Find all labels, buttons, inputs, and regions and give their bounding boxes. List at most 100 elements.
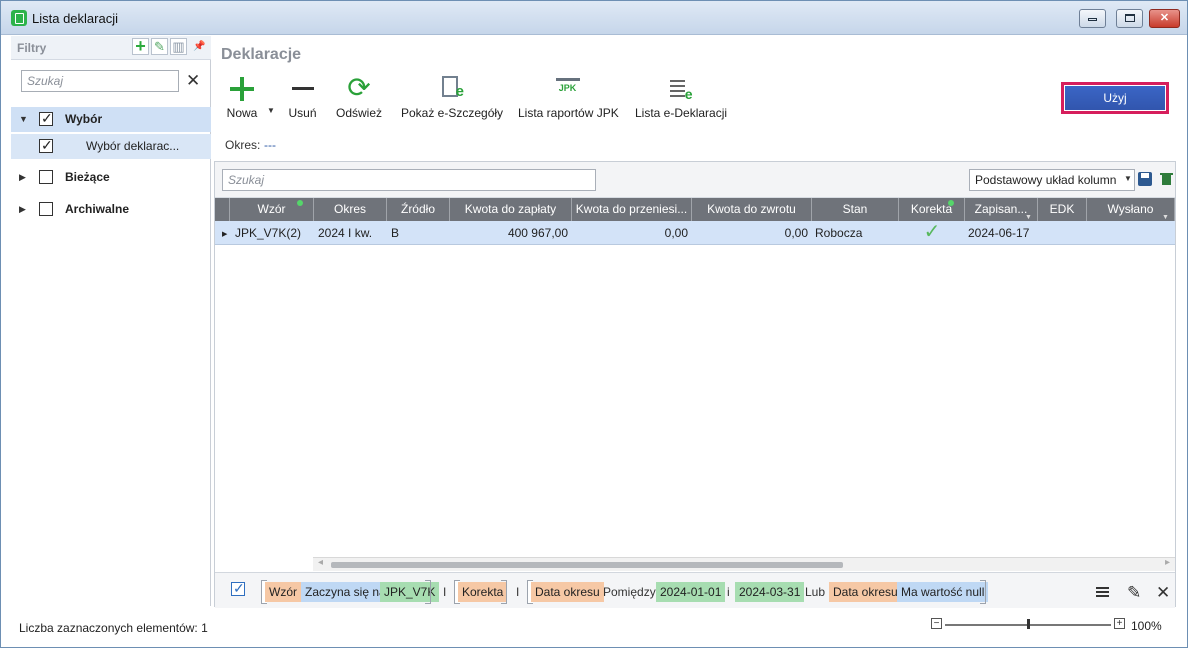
expand-caret-icon[interactable]: ▶ xyxy=(19,204,26,215)
cell-kwota-do-przeniesienia: 0,00 xyxy=(664,226,688,240)
tree-subitem-label: Wybór deklarac... xyxy=(86,139,180,153)
close-button[interactable]: ✕ xyxy=(1149,9,1180,28)
column-header-korekta[interactable]: Korekta xyxy=(899,198,965,221)
delete-button[interactable]: Usuń xyxy=(287,74,318,124)
scroll-thumb[interactable] xyxy=(331,562,843,568)
filter-operator-text: i xyxy=(727,585,730,599)
new-button[interactable]: Nowa ▼ xyxy=(221,74,275,124)
delete-label: Usuń xyxy=(288,106,317,120)
edit-filter-button[interactable]: ✎ xyxy=(151,38,168,55)
delete-filter-button[interactable]: ▥ xyxy=(170,38,187,55)
edit-filter-icon[interactable]: ✎ xyxy=(1127,583,1141,603)
archiwalne-checkbox[interactable] xyxy=(39,202,53,216)
filter-field-chip[interactable]: Korekta xyxy=(458,582,508,602)
pin-icon[interactable]: 📌 xyxy=(193,41,205,52)
column-layout-select[interactable]: Podstawowy układ kolumn xyxy=(969,169,1135,191)
filter-field-chip[interactable]: Wzór xyxy=(265,582,301,602)
filter-group-bracket xyxy=(980,580,986,604)
refresh-button[interactable]: ⟳ Odśwież xyxy=(335,74,383,124)
column-header-kwota-do-przeniesienia[interactable]: Kwota do przeniesi... xyxy=(572,198,692,221)
title-bar: Lista deklaracji ✕ xyxy=(1,1,1187,35)
new-dropdown-icon[interactable]: ▼ xyxy=(267,106,275,115)
period-label: Okres: xyxy=(225,138,261,152)
maximize-button[interactable] xyxy=(1116,9,1143,28)
horizontal-scrollbar[interactable]: ◂ ▸ xyxy=(313,557,1175,571)
clear-search-button[interactable]: ✕ xyxy=(186,71,200,91)
delete-layout-icon[interactable] xyxy=(1160,172,1174,186)
column-header-edk[interactable]: EDK xyxy=(1038,198,1087,221)
enable-filter-checkbox[interactable] xyxy=(231,580,245,597)
jpk-reports-button[interactable]: JPK Lista raportów JPK xyxy=(518,74,619,124)
maximize-icon xyxy=(1124,14,1135,22)
grid-search-field[interactable] xyxy=(222,169,596,191)
zoom-value: 100% xyxy=(1131,619,1162,633)
filter-group-bracket xyxy=(501,580,507,604)
e-declarations-button[interactable]: Lista e-Deklaracji xyxy=(635,74,727,124)
zoom-out-button[interactable]: − xyxy=(931,618,942,629)
filters-search-input[interactable] xyxy=(22,71,178,91)
filter-field-chip[interactable]: Data okresu xyxy=(829,582,902,602)
filters-panel: Filtry + ✎ ▥ 📌 ✕ ▼ Wybór Wybór deklarac.… xyxy=(11,36,211,606)
correction-check-icon: ✓ xyxy=(923,221,941,243)
filter-logic-or: Lub xyxy=(805,585,826,599)
column-header-zrodlo[interactable]: Źródło xyxy=(387,198,450,221)
sort-down-icon: ▼ xyxy=(1025,214,1032,221)
filter-active-icon xyxy=(297,200,303,206)
chevron-down-icon[interactable]: ▼ xyxy=(1124,174,1132,183)
filter-field-chip[interactable]: Data okresu xyxy=(531,582,604,602)
wybor-deklaracji-checkbox[interactable] xyxy=(39,137,53,154)
column-header-stan[interactable]: Stan xyxy=(812,198,899,221)
plus-icon xyxy=(221,74,263,102)
filter-logic-and: I xyxy=(443,585,447,599)
table-row[interactable]: ▶ JPK_V7K(2) 2024 I kw. B 400 967,00 0,0… xyxy=(215,221,1175,245)
declarations-grid: Podstawowy układ kolumn ▼ Wzór Okres Źró… xyxy=(214,161,1176,608)
column-header-okres[interactable]: Okres xyxy=(314,198,387,221)
filter-group-bracket xyxy=(425,580,431,604)
tree-item-wybor[interactable]: ▼ Wybór xyxy=(11,107,211,132)
column-header-zapisano[interactable]: Zapisan... ▼ xyxy=(965,198,1038,221)
grid-search-input[interactable] xyxy=(223,170,595,190)
add-filter-button[interactable]: + xyxy=(132,37,149,55)
filter-operator-chip[interactable]: Ma wartość null xyxy=(897,582,989,602)
period-value[interactable]: --- xyxy=(264,138,276,152)
tree-item-label: Bieżące xyxy=(65,170,110,184)
minus-icon xyxy=(287,74,318,102)
filter-value-chip[interactable]: 2024-03-31 xyxy=(735,582,805,602)
column-header-kwota-do-zaplaty[interactable]: Kwota do zapłaty xyxy=(450,198,572,221)
wybor-checkbox[interactable] xyxy=(39,110,53,127)
column-header-kwota-do-zwrotu[interactable]: Kwota do zwrotu xyxy=(692,198,812,221)
filter-menu-icon[interactable] xyxy=(1096,587,1109,598)
expand-caret-icon[interactable]: ▶ xyxy=(19,172,26,183)
tree-item-archiwalne[interactable]: ▶ Archiwalne xyxy=(11,197,211,222)
filters-title: Filtry xyxy=(17,41,47,55)
minimize-button[interactable] xyxy=(1079,9,1106,28)
tree-item-wybor-deklaracji[interactable]: Wybór deklarac... xyxy=(11,134,211,159)
tree-item-label: Archiwalne xyxy=(65,202,130,216)
column-header-label: Wzór xyxy=(257,202,286,216)
zoom-slider-thumb[interactable] xyxy=(1027,619,1030,629)
grid-toolbar: Podstawowy układ kolumn ▼ xyxy=(215,162,1175,198)
scroll-left-icon[interactable]: ◂ xyxy=(318,557,323,568)
column-header-wzor[interactable]: Wzór xyxy=(230,198,314,221)
filters-search-field[interactable] xyxy=(21,70,179,92)
clear-filter-icon[interactable]: ✕ xyxy=(1156,583,1170,603)
refresh-label: Odśwież xyxy=(335,106,382,120)
scroll-right-icon[interactable]: ▸ xyxy=(1165,557,1170,568)
save-layout-icon[interactable] xyxy=(1138,172,1152,186)
refresh-icon: ⟳ xyxy=(347,72,371,103)
filter-operator-chip[interactable]: Zaczyna się na xyxy=(301,582,390,602)
status-bar: Liczba zaznaczonych elementów: 1 − + 100… xyxy=(1,609,1187,647)
zoom-in-button[interactable]: + xyxy=(1114,618,1125,629)
cell-wzor: JPK_V7K(2) xyxy=(235,226,302,240)
column-header-wyslano[interactable]: Wysłano ▼ xyxy=(1087,198,1175,221)
app-icon xyxy=(11,10,27,26)
collapse-caret-icon[interactable]: ▼ xyxy=(19,114,28,124)
cell-zapisano: 2024-06-17 xyxy=(968,226,1030,240)
tree-item-biezace[interactable]: ▶ Bieżące xyxy=(11,165,211,190)
show-e-details-button[interactable]: Pokaż e-Szczegóły xyxy=(401,74,503,124)
filter-value-chip[interactable]: 2024-01-01 xyxy=(656,582,726,602)
use-button[interactable]: Użyj xyxy=(1061,82,1169,114)
selected-count: Liczba zaznaczonych elementów: 1 xyxy=(19,621,208,635)
jpk-icon: JPK xyxy=(555,78,580,96)
biezace-checkbox[interactable] xyxy=(39,170,53,184)
